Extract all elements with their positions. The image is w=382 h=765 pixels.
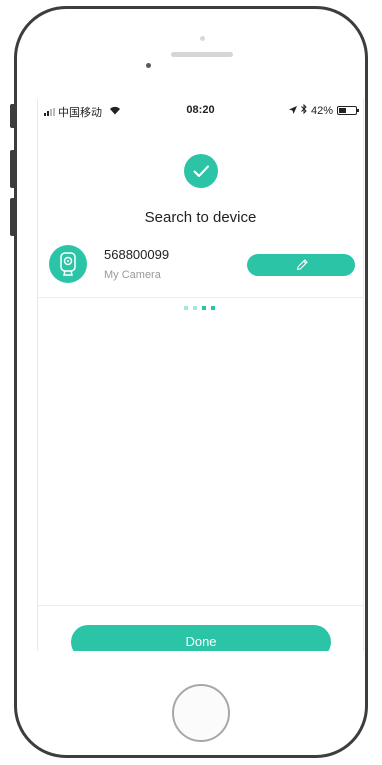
location-arrow-icon [288,105,297,117]
earpiece-speaker [171,52,233,57]
page-title: Search to device [144,209,257,226]
battery-icon [337,106,359,115]
loading-dot [193,306,197,310]
camera-icon [49,245,87,283]
battery-level [339,108,346,113]
stage: 中国移动 08:20 42% Search to device 56880009… [0,0,382,765]
device-list-item[interactable]: 568800099 My Camera [38,242,363,298]
loading-dot [202,306,206,310]
done-button[interactable]: Done [71,625,331,651]
app-screen: 中国移动 08:20 42% Search to device 56880009… [37,99,364,651]
device-id: 568800099 [104,247,170,262]
mute-switch [10,104,16,128]
status-bar: 中国移动 08:20 42% [38,99,363,121]
checkmark-icon [193,165,209,177]
edit-device-button[interactable] [247,254,355,276]
battery-percent: 42% [310,104,333,117]
loading-indicator [184,306,215,310]
proximity-sensor [200,36,205,41]
device-name: My Camera [104,269,161,281]
footer-divider [38,605,363,606]
status-right: 42% [288,103,359,117]
home-button[interactable] [172,684,230,742]
bluetooth-icon [301,103,307,117]
loading-dot [184,306,188,310]
volume-down-button [10,198,16,236]
loading-dot [211,306,215,310]
success-check-icon [184,154,218,188]
volume-up-button [10,150,16,188]
pencil-icon [296,259,308,271]
front-camera [146,63,151,68]
